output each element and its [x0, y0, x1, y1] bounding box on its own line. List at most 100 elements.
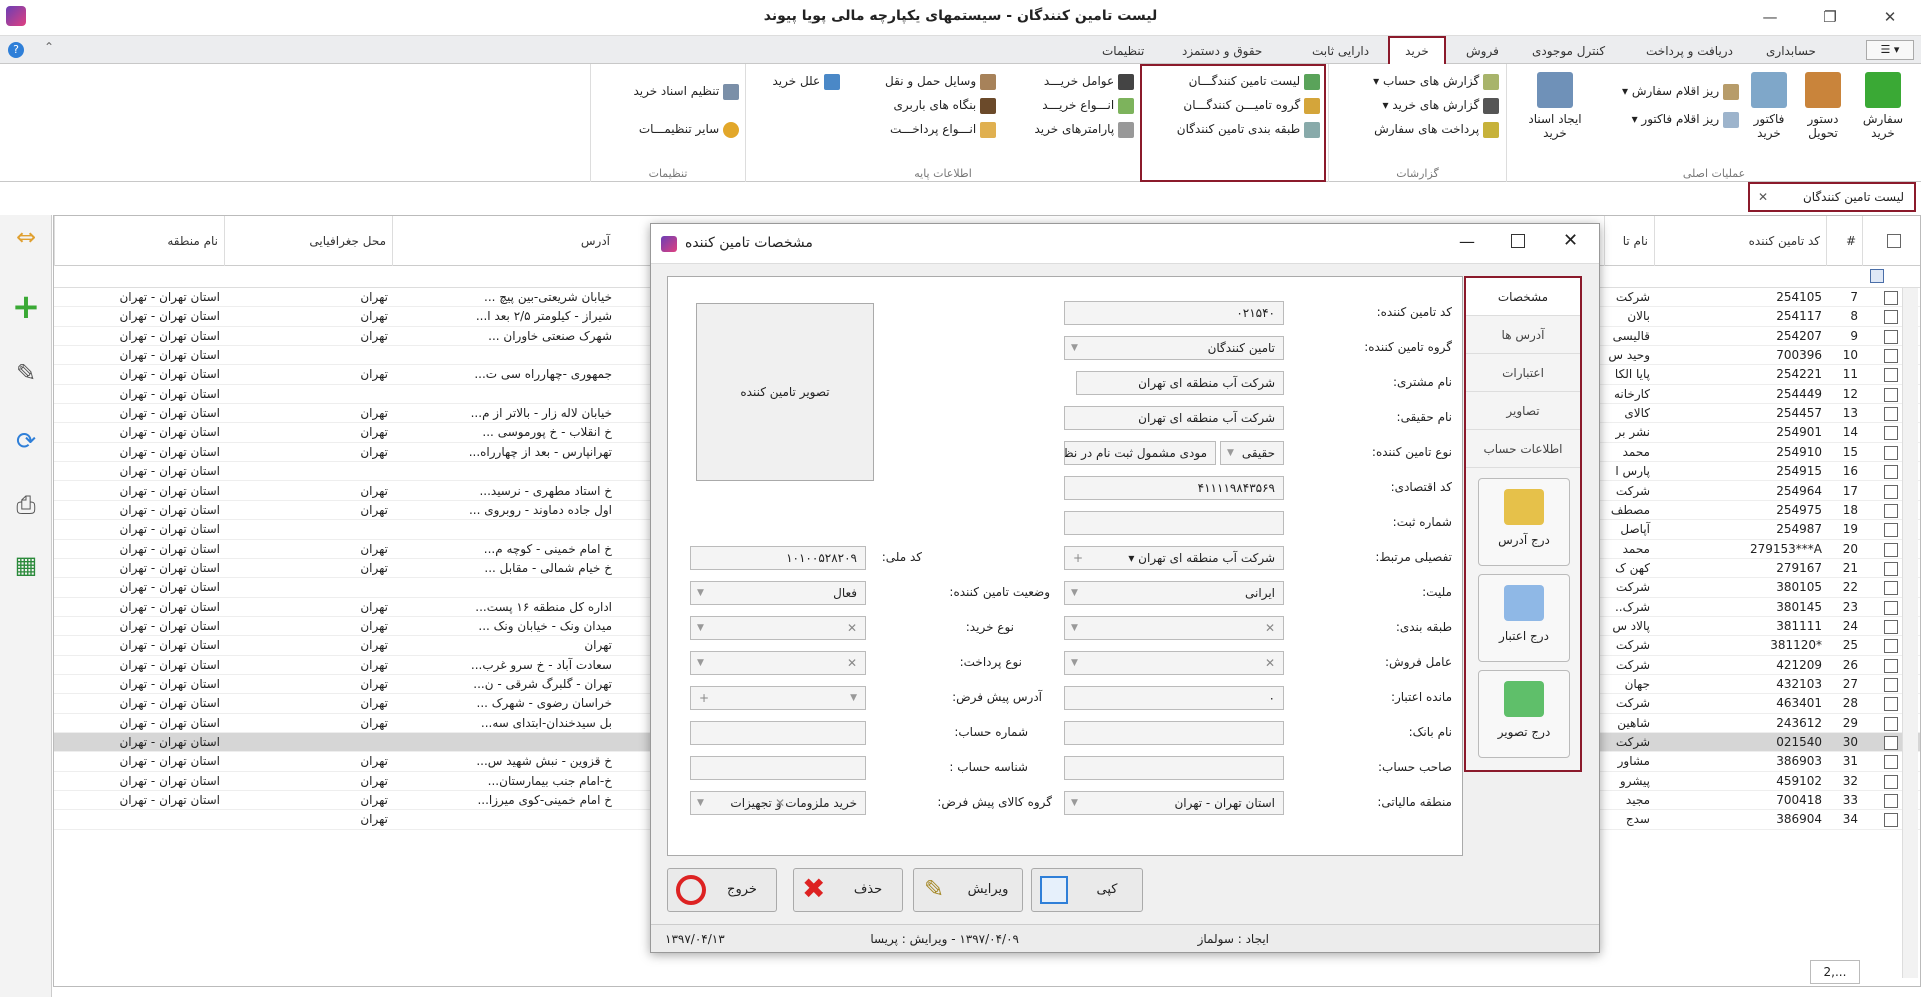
row-checkbox[interactable] — [1884, 697, 1898, 712]
purchase-types-button[interactable]: انـــواع خریـــد — [1006, 94, 1134, 116]
payment-types-button[interactable]: انـــواع پرداخـــت — [846, 118, 996, 140]
purchase-doc-settings-button[interactable]: تنظیم اسناد خرید — [599, 80, 739, 102]
payment-type-select[interactable]: ▼ ✕ — [690, 651, 866, 675]
supplier-code-field[interactable]: ۰۲۱۵۴۰ — [1064, 301, 1284, 325]
insert-address-button[interactable]: درج آدرس — [1478, 478, 1570, 566]
row-checkbox[interactable] — [1884, 736, 1898, 751]
minimize-button[interactable]: — — [1750, 4, 1790, 30]
tab-inventory[interactable]: کنترل موجودی — [1526, 40, 1611, 64]
account-id-field[interactable] — [690, 756, 866, 780]
supplier-type-select-a[interactable]: حقیقی ▼ — [1220, 441, 1284, 465]
row-checkbox[interactable] — [1884, 658, 1898, 673]
copy-button[interactable]: کپی — [1031, 868, 1143, 912]
dialog-minimize-button[interactable]: — — [1459, 232, 1475, 251]
row-checkbox[interactable] — [1884, 310, 1898, 325]
grid-scrollbar[interactable] — [1902, 288, 1918, 978]
restore-button[interactable]: ❐ — [1810, 4, 1850, 30]
delivery-instruction-button[interactable]: دستور تحویل — [1797, 72, 1849, 140]
account-reports-button[interactable]: گزارش های حساب ▾ — [1339, 70, 1499, 92]
purchase-invoice-button[interactable]: فاکتور خرید — [1743, 72, 1795, 140]
edit-icon[interactable]: ✎ — [8, 355, 44, 391]
clear-icon[interactable]: ✕ — [1265, 617, 1275, 639]
supplier-group-select[interactable]: تامین کنندگان ▼ — [1064, 336, 1284, 360]
add-icon[interactable]: + — [8, 289, 44, 325]
delete-button[interactable]: ✖ حذف — [793, 868, 903, 912]
insert-credit-button[interactable]: درج اعتبار — [1478, 574, 1570, 662]
row-checkbox[interactable] — [1884, 503, 1898, 518]
insert-image-button[interactable]: درج تصویر — [1478, 670, 1570, 758]
row-checkbox[interactable] — [1884, 445, 1898, 460]
tab-sales[interactable]: فروش — [1460, 40, 1505, 64]
freight-companies-button[interactable]: بنگاه های باربری — [846, 94, 996, 116]
purchase-type-select[interactable]: ▼ ✕ — [690, 616, 866, 640]
print-icon[interactable]: ⎙ — [8, 487, 44, 523]
tab-fixed-assets[interactable]: دارایی ثابت — [1306, 40, 1375, 64]
refresh-icon[interactable]: ⟳ — [8, 423, 44, 459]
row-checkbox[interactable] — [1884, 774, 1898, 789]
linked-detail-select[interactable]: شرکت آب منطقه ای تهران ▾ + — [1064, 546, 1284, 570]
excel-export-icon[interactable]: ▦ — [8, 547, 44, 583]
sales-agent-select[interactable]: ▼ ✕ — [1064, 651, 1284, 675]
row-checkbox[interactable] — [1884, 349, 1898, 364]
side-tab-images[interactable]: تصاویر — [1466, 392, 1580, 430]
help-icon[interactable]: ? — [8, 42, 24, 58]
customer-name-field[interactable]: شرکت آب منطقه ای تهران — [1076, 371, 1284, 395]
tab-purchase[interactable]: خرید — [1388, 36, 1446, 64]
supplier-type-select-b[interactable]: مودی مشمول ثبت نام در نظ — [1064, 441, 1216, 465]
row-checkbox[interactable] — [1884, 794, 1898, 809]
tab-receive-pay[interactable]: دریافت و پرداخت — [1640, 40, 1739, 64]
credit-balance-field[interactable]: ۰ — [1064, 686, 1284, 710]
real-name-field[interactable]: شرکت آب منطقه ای تهران — [1064, 406, 1284, 430]
tax-region-select[interactable]: استان تهران - تهران ▼ — [1064, 791, 1284, 815]
exit-button[interactable]: خروج — [667, 868, 777, 912]
purchase-reports-button[interactable]: گزارش های خرید ▾ — [1339, 94, 1499, 116]
row-checkbox[interactable] — [1884, 368, 1898, 383]
side-tab-details[interactable]: مشخصات — [1466, 278, 1580, 316]
row-checkbox[interactable] — [1884, 329, 1898, 344]
row-checkbox[interactable] — [1884, 755, 1898, 770]
side-tab-credits[interactable]: اعتبارات — [1466, 354, 1580, 392]
side-tab-addresses[interactable]: آدرس ها — [1466, 316, 1580, 354]
close-window-button[interactable]: ✕ — [1870, 4, 1910, 30]
dialog-maximize-button[interactable] — [1511, 234, 1525, 248]
clear-icon[interactable]: ✕ — [1265, 652, 1275, 674]
order-payments-button[interactable]: پرداخت های سفارش — [1339, 118, 1499, 140]
purchase-agents-button[interactable]: عوامل خریـــد — [1006, 70, 1134, 92]
clear-icon[interactable]: ✕ — [775, 792, 785, 814]
swap-icon[interactable]: ⇔ — [8, 219, 44, 255]
clear-icon[interactable]: ✕ — [847, 652, 857, 674]
header-code[interactable]: کد تامین کننده — [1654, 216, 1826, 266]
row-checkbox[interactable] — [1884, 716, 1898, 731]
header-region[interactable]: نام منطقه — [54, 216, 224, 266]
economic-code-field[interactable]: ۴۱۱۱۱۹۸۴۳۵۶۹ — [1064, 476, 1284, 500]
header-address[interactable]: آدرس — [392, 216, 616, 266]
tab-settings[interactable]: تنظیمات — [1096, 40, 1150, 64]
national-code-field[interactable]: ۱۰۱۰۰۵۲۸۲۰۹ — [690, 546, 866, 570]
row-checkbox[interactable] — [1884, 523, 1898, 538]
create-purchase-docs-button[interactable]: ایجاد اسناد خرید — [1525, 72, 1585, 140]
invoice-items-detail-button[interactable]: ریز اقلام فاکتور ▾ — [1603, 108, 1739, 130]
row-checkbox[interactable] — [1884, 639, 1898, 654]
plus-icon[interactable]: + — [699, 687, 709, 709]
row-checkbox[interactable] — [1884, 561, 1898, 576]
supplier-status-select[interactable]: فعال ▼ — [690, 581, 866, 605]
row-checkbox[interactable] — [1884, 387, 1898, 402]
supplier-list-button[interactable]: لیست تامین کنندگـــان — [1150, 70, 1320, 92]
row-checkbox[interactable] — [1884, 465, 1898, 480]
bank-name-field[interactable] — [1064, 721, 1284, 745]
row-checkbox[interactable] — [1884, 407, 1898, 422]
transport-button[interactable]: وسایل حمل و نقل — [846, 70, 996, 92]
order-items-detail-button[interactable]: ریز اقلام سفارش ▾ — [1603, 80, 1739, 102]
order-purchase-button[interactable]: سفارش خرید — [1857, 72, 1909, 140]
document-tab[interactable]: لیست تامین کنندگان ✕ — [1748, 182, 1916, 212]
tab-accounting[interactable]: حسابداری — [1760, 40, 1822, 64]
side-tab-account-info[interactable]: اطلاعات حساب — [1466, 430, 1580, 468]
dialog-close-button[interactable]: ✕ — [1563, 230, 1578, 251]
row-checkbox[interactable] — [1884, 484, 1898, 499]
supplier-classification-button[interactable]: طبقه بندی تامین کنندگان — [1150, 118, 1320, 140]
purchase-reasons-button[interactable]: علل خرید — [752, 70, 840, 92]
supplier-image[interactable]: تصویر تامین کننده — [696, 303, 874, 481]
row-checkbox[interactable] — [1884, 600, 1898, 615]
pager[interactable]: 2,... — [1810, 960, 1860, 984]
registration-no-field[interactable] — [1064, 511, 1284, 535]
